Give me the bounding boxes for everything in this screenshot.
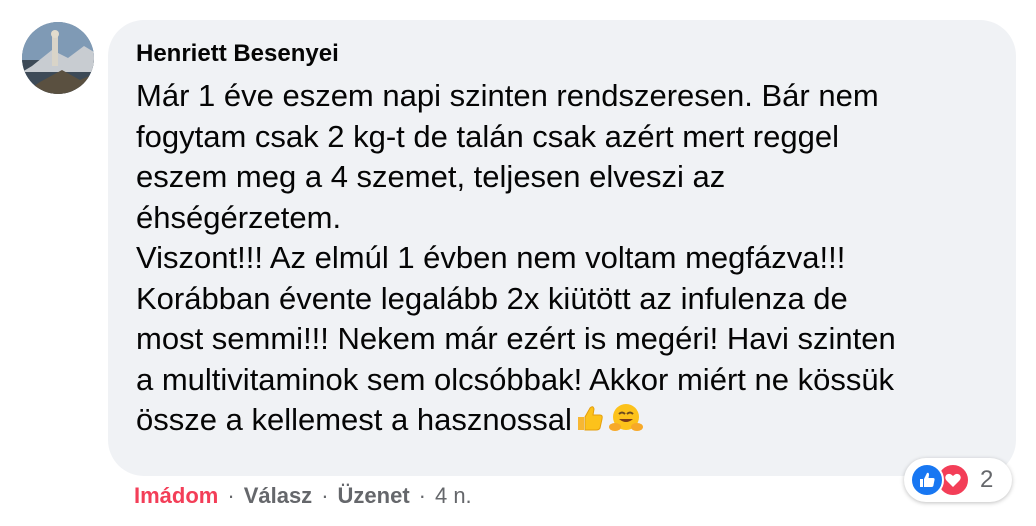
comment-text-line: Korábban évente legalább 2x kiütött az i… [136, 280, 848, 316]
comment-text-line: most semmi!!! Nekem már ezért is megéri!… [136, 321, 896, 356]
reply-button[interactable]: Válasz [244, 483, 313, 508]
hugging-face-icon [608, 402, 644, 445]
comment-author[interactable]: Henriett Besenyei [136, 38, 988, 70]
comment-text-line: Már 1 éve eszem napi szinten rendszerese… [136, 78, 879, 113]
comment-bubble: Henriett Besenyei Már 1 éve eszem napi s… [108, 20, 1016, 476]
separator: · [321, 483, 329, 508]
timestamp-link[interactable]: 4 n. [435, 483, 472, 508]
separator: · [227, 483, 235, 508]
avatar[interactable] [22, 22, 94, 94]
comment-actions: Imádom · Válasz · Üzenet · 4 n. [134, 480, 472, 512]
comment-text-line: Viszont!!! Az elmúl 1 évben nem voltam m… [136, 240, 846, 275]
separator: · [418, 483, 426, 508]
thumbs-up-icon [574, 402, 606, 445]
reaction-count: 2 [980, 466, 994, 493]
message-button[interactable]: Üzenet [338, 483, 410, 508]
comment-container: Henriett Besenyei Már 1 éve eszem napi s… [0, 0, 1036, 526]
comment-text-line: éhségérzetem. [136, 199, 342, 235]
comment-text-line: össze a kellemest a hasznossal [136, 402, 572, 437]
like-icon [910, 463, 944, 497]
avatar-image [22, 22, 94, 94]
comment-text-line: eszem meg a 4 szemet, teljesen elveszi a… [136, 159, 726, 194]
love-reaction-button[interactable]: Imádom [134, 483, 218, 508]
comment-text-line: a multivitaminok sem olcsóbbak! Akkor mi… [136, 361, 895, 397]
comment-last-line: össze a kellemest a hasznossal [136, 400, 988, 445]
reactions-summary[interactable]: 2 [904, 458, 1012, 502]
comment-text-line: fogytam csak 2 kg-t de talán csak azért … [136, 118, 839, 154]
